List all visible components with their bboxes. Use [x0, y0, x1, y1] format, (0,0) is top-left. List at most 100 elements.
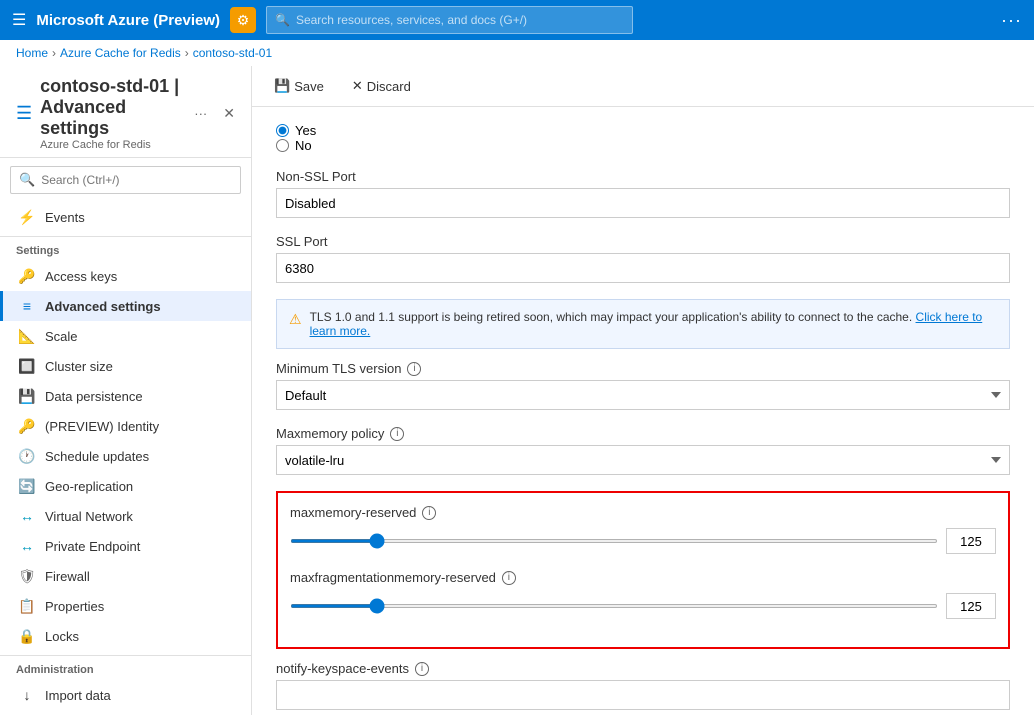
save-icon: 💾 — [274, 78, 290, 94]
sidebar-item-virtual-network[interactable]: ↔ Virtual Network — [0, 501, 251, 531]
toolbar: 💾 Save ✕ Discard — [252, 66, 1034, 107]
tls-warning-text: TLS 1.0 and 1.1 support is being retired… — [310, 310, 997, 338]
radio-no[interactable]: No — [276, 138, 1010, 153]
notify-info-icon[interactable]: i — [415, 662, 429, 676]
min-tls-info-icon[interactable]: i — [407, 362, 421, 376]
discard-label: Discard — [367, 79, 411, 94]
sidebar-nav: ⚡ Events Settings 🔑 Access keys ≡ Advanc… — [0, 202, 251, 715]
min-tls-select[interactable]: Default 1.0 1.1 1.2 — [276, 380, 1010, 410]
discard-button[interactable]: ✕ Discard — [346, 74, 417, 98]
sidebar-item-label: Advanced settings — [45, 299, 161, 314]
sidebar-item-label: Events — [45, 210, 85, 225]
maxfrag-value: 125 — [946, 593, 996, 619]
sidebar-item-properties[interactable]: 📋 Properties — [0, 591, 251, 621]
schedule-icon: 🕐 — [19, 448, 35, 464]
radio-no-input[interactable] — [276, 139, 289, 152]
advanced-settings-icon: ≡ — [19, 298, 35, 314]
radio-yes-input[interactable] — [276, 124, 289, 137]
tls-warning-box: ⚠ TLS 1.0 and 1.1 support is being retir… — [276, 299, 1010, 349]
breadcrumb-sep2: › — [185, 46, 189, 60]
maxfrag-slider[interactable] — [290, 604, 938, 608]
sidebar-item-label: Import data — [45, 688, 111, 703]
notify-keyspace-label: notify-keyspace-events i — [276, 661, 1010, 676]
radio-yes[interactable]: Yes — [276, 123, 1010, 138]
sidebar-item-label: Cluster size — [45, 359, 113, 374]
sidebar-search[interactable]: 🔍 — [10, 166, 241, 194]
maxmemory-reserved-section: maxmemory-reserved i 125 — [290, 505, 996, 554]
sidebar-item-label: Scale — [45, 329, 78, 344]
settings-icon: ⚙ — [237, 12, 250, 29]
warning-icon: ⚠ — [289, 311, 302, 328]
sidebar-item-access-keys[interactable]: 🔑 Access keys — [0, 261, 251, 291]
radio-yes-label: Yes — [295, 123, 316, 138]
maxfrag-label: maxfragmentationmemory-reserved i — [290, 570, 996, 585]
global-search-input[interactable] — [296, 13, 624, 27]
sidebar-item-private-endpoint[interactable]: ↔ Private Endpoint — [0, 531, 251, 561]
breadcrumb-resource[interactable]: contoso-std-01 — [193, 46, 272, 60]
page-layout: ☰ contoso-std-01 | Advanced settings Azu… — [0, 66, 1034, 715]
sidebar-item-label: Properties — [45, 599, 104, 614]
access-keys-icon: 🔑 — [19, 268, 35, 284]
discard-icon: ✕ — [352, 78, 363, 94]
sidebar-item-preview-identity[interactable]: 🔑 (PREVIEW) Identity — [0, 411, 251, 441]
min-tls-section: Minimum TLS version i Default 1.0 1.1 1.… — [276, 361, 1010, 410]
sidebar-search-input[interactable] — [41, 173, 232, 187]
page-title: contoso-std-01 | Advanced settings — [40, 76, 186, 139]
non-ssl-label: Non-SSL Port — [276, 169, 1010, 184]
maxmemory-reserved-info-icon[interactable]: i — [422, 506, 436, 520]
breadcrumb-sep1: › — [52, 46, 56, 60]
app-title: Microsoft Azure (Preview) — [36, 12, 220, 29]
maxmemory-reserved-slider[interactable] — [290, 539, 938, 543]
events-icon: ⚡ — [19, 209, 35, 225]
sidebar-item-firewall[interactable]: 🛡 Firewall — [0, 561, 251, 591]
save-label: Save — [294, 79, 324, 94]
min-tls-label: Minimum TLS version i — [276, 361, 1010, 376]
sidebar-item-data-persistence[interactable]: 💾 Data persistence — [0, 381, 251, 411]
maxfrag-info-icon[interactable]: i — [502, 571, 516, 585]
close-button[interactable]: ✕ — [223, 105, 235, 122]
breadcrumb-home[interactable]: Home — [16, 46, 48, 60]
ssl-label: SSL Port — [276, 234, 1010, 249]
ssl-input[interactable] — [276, 253, 1010, 283]
non-ssl-input[interactable] — [276, 188, 1010, 218]
settings-section-header: Settings — [0, 236, 251, 261]
more-options[interactable]: ··· — [1001, 10, 1022, 31]
global-search-bar[interactable]: 🔍 — [266, 6, 633, 34]
save-button[interactable]: 💾 Save — [268, 74, 330, 98]
maxfrag-section: maxfragmentationmemory-reserved i 125 — [290, 570, 996, 619]
sidebar-item-label: Access keys — [45, 269, 117, 284]
radio-no-label: No — [295, 138, 312, 153]
sidebar-item-schedule-updates[interactable]: 🕐 Schedule updates — [0, 441, 251, 471]
hamburger-menu[interactable]: ☰ — [12, 10, 26, 30]
private-endpoint-icon: ↔ — [19, 538, 35, 554]
header-more-icon[interactable]: ··· — [194, 106, 207, 121]
page-subtitle: Azure Cache for Redis — [40, 139, 186, 151]
maxmemory-info-icon[interactable]: i — [390, 427, 404, 441]
content-area: Yes No Non-SSL Port SSL Port ⚠ — [252, 107, 1034, 715]
yes-no-section: Yes No — [276, 123, 1010, 153]
notify-keyspace-input[interactable] — [276, 680, 1010, 710]
properties-icon: 📋 — [19, 598, 35, 614]
sidebar-item-label: Firewall — [45, 569, 90, 584]
breadcrumb-service[interactable]: Azure Cache for Redis — [60, 46, 181, 60]
maxmemory-policy-label: Maxmemory policy i — [276, 426, 1010, 441]
sidebar-item-import-data[interactable]: ↓ Import data — [0, 680, 251, 710]
sidebar-item-geo-replication[interactable]: 🔄 Geo-replication — [0, 471, 251, 501]
import-icon: ↓ — [19, 687, 35, 703]
sidebar-item-scale[interactable]: 📐 Scale — [0, 321, 251, 351]
main-content: 💾 Save ✕ Discard Yes No — [252, 66, 1034, 715]
sidebar-item-label: (PREVIEW) Identity — [45, 419, 159, 434]
sidebar-item-cluster-size[interactable]: 🔲 Cluster size — [0, 351, 251, 381]
vnet-icon: ↔ — [19, 508, 35, 524]
sidebar: ☰ contoso-std-01 | Advanced settings Azu… — [0, 66, 252, 715]
search-icon: 🔍 — [275, 13, 290, 27]
maxmemory-reserved-slider-row: 125 — [290, 528, 996, 554]
sidebar-item-advanced-settings[interactable]: ≡ Advanced settings — [0, 291, 251, 321]
sidebar-item-events[interactable]: ⚡ Events — [0, 202, 251, 232]
breadcrumb: Home › Azure Cache for Redis › contoso-s… — [0, 40, 1034, 66]
sidebar-item-locks[interactable]: 🔒 Locks — [0, 621, 251, 651]
sidebar-item-label: Geo-replication — [45, 479, 133, 494]
maxmemory-policy-select[interactable]: volatile-lru allkeys-lru allkeys-random … — [276, 445, 1010, 475]
page-header: ☰ contoso-std-01 | Advanced settings Azu… — [0, 66, 251, 158]
locks-icon: 🔒 — [19, 628, 35, 644]
